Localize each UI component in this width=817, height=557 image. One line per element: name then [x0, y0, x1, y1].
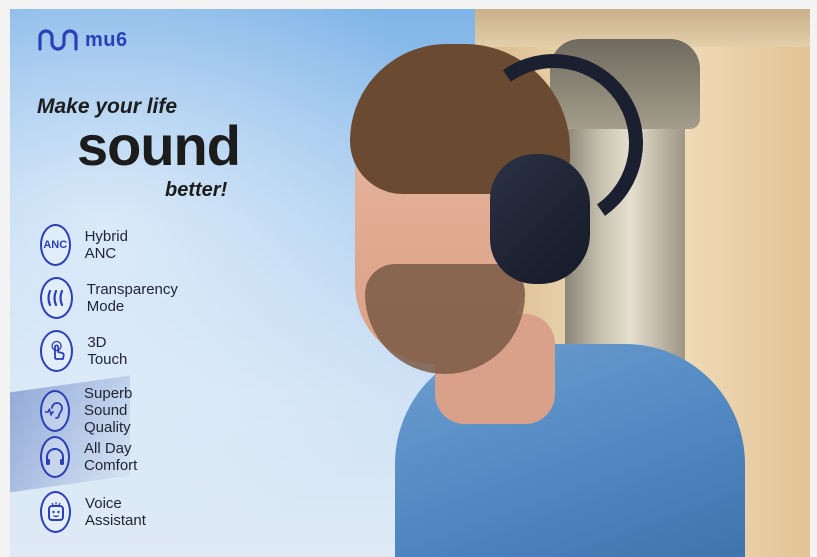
feature-label: 3D Touch — [87, 334, 128, 368]
headline-line-2: sound — [77, 114, 241, 177]
banner: mu6 Make your life sound better! ANC Hyb… — [10, 9, 810, 557]
feature-item-voice-assistant: Voice Assistant — [40, 491, 157, 533]
feature-label: Hybrid ANC — [84, 228, 128, 262]
transparency-icon — [40, 277, 73, 319]
brand-logo: mu6 — [37, 27, 128, 53]
feature-item-3d-touch: 3D Touch — [40, 330, 136, 372]
feature-label: Superb Sound Quality — [84, 385, 133, 436]
anc-icon: ANC — [40, 224, 71, 266]
ear-sound-icon — [40, 389, 70, 432]
headline-line-3: better! — [165, 179, 228, 201]
voice-assistant-icon — [40, 491, 72, 533]
brand-name: mu6 — [85, 28, 128, 51]
touch-icon — [40, 330, 74, 372]
man-wearing-headphones — [325, 39, 745, 557]
feature-item-transparency: Transparency Mode — [40, 277, 187, 319]
feature-label: Voice Assistant — [85, 495, 146, 529]
feature-item-all-day-comfort: All Day Comfort — [40, 436, 149, 478]
headphone-earcup — [490, 154, 590, 284]
feature-label: All Day Comfort — [84, 440, 138, 474]
feature-item-sound-quality: Superb Sound Quality — [40, 385, 144, 436]
logo-icon — [38, 29, 78, 51]
feature-item-hybrid-anc: ANC Hybrid ANC — [40, 224, 139, 266]
feature-label: Transparency Mode — [86, 281, 178, 315]
headphones-icon — [40, 436, 70, 478]
